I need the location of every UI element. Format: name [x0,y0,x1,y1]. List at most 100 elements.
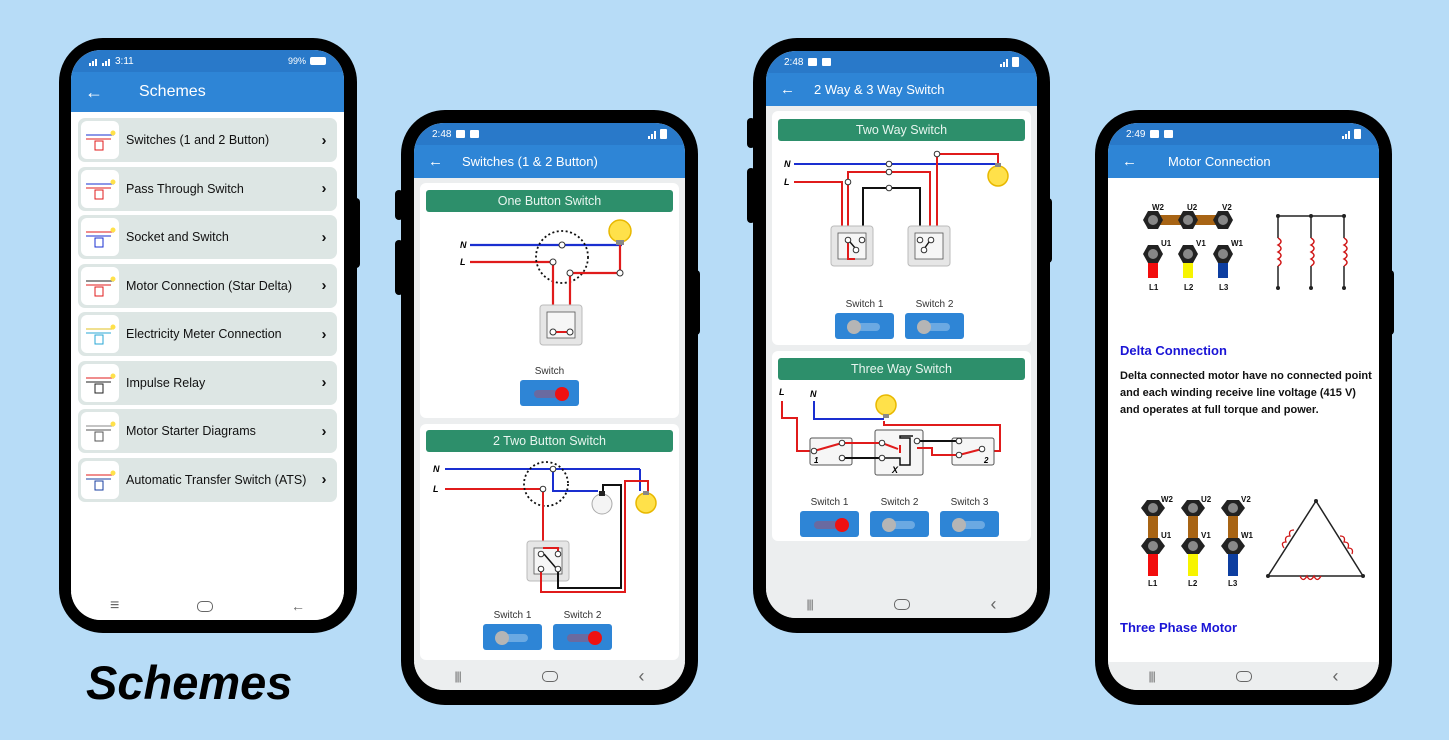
card-two-way-switch: Two Way Switch N L Switch 1 Switch 2 [772,111,1031,345]
list-item-label: Switches (1 and 2 Button) [126,133,270,147]
home-icon[interactable] [893,598,910,610]
switch-toggle[interactable] [553,624,612,650]
delta-connection-text: Delta connected motor have no connected … [1120,370,1372,416]
list-item-label: Socket and Switch [126,230,229,244]
home-icon[interactable] [197,600,214,612]
android-nav-bar: ≡ ← [71,592,344,620]
switch-toggle[interactable] [800,511,859,537]
screen-motor-connection: 2:49 ← Motor Connection W2 U2 V2 U1 V1 W… [1108,123,1379,690]
switch-label-1: 1 [814,456,819,465]
check-icon [470,130,480,138]
page-title: Motor Connection [1168,154,1271,169]
switch-label-x: X [891,465,899,475]
terminal-label: L3 [1228,579,1238,588]
app-bar: ← Switches (1 & 2 Button) [414,145,685,178]
recent-apps-icon[interactable]: ||| [454,669,461,683]
menu-icon[interactable]: ≡ [110,597,119,615]
switch-label: Switch [534,366,565,377]
switch-group-3: Switch 3 [940,497,999,537]
light-bulb-icon [608,219,632,245]
back-nav-icon[interactable]: ‹ [991,594,997,615]
back-arrow-icon[interactable]: ← [1122,153,1168,170]
terminal-label: U2 [1201,496,1212,504]
list-item[interactable]: Motor Starter Diagrams › [78,409,337,453]
list-item[interactable]: Impulse Relay › [78,360,337,405]
back-arrow-icon[interactable]: ← [428,153,462,170]
relay-thumb [81,363,119,402]
back-nav-icon[interactable]: ‹ [1333,666,1339,687]
switch-toggle[interactable] [905,313,964,339]
switch-toggle[interactable] [870,511,929,537]
phone-2way-3way: 2:48 ← 2 Way & 3 Way Switch Two Way Swit… [747,38,1052,633]
image-icon [1150,130,1160,138]
three-way-wiring-diagram: L N 1 X 2 [779,387,1001,476]
terminal-label: L2 [1188,579,1198,588]
switch-toggle[interactable] [520,380,579,406]
switch-group: Switch [520,366,579,406]
switch-label: Switch 2 [915,299,954,310]
card-two-button-switch: 2 Two Button Switch N L Switch 1 Switch … [420,424,679,660]
terminal-label: L1 [1149,283,1159,292]
wire-label-n: N [460,240,467,250]
list-item[interactable]: Socket and Switch › [78,215,337,259]
recent-apps-icon[interactable]: ||| [1148,669,1155,683]
battery-percent: 99% [287,56,306,66]
back-arrow-icon[interactable]: ← [85,82,125,103]
page-title: Schemes [139,83,206,100]
switch-label: Switch 1 [845,299,884,310]
android-nav-bar: ||| ‹ [414,662,685,690]
terminal-label: V2 [1222,203,1232,212]
list-item[interactable]: Automatic Transfer Switch (ATS) › [78,457,337,502]
list-item[interactable]: Electricity Meter Connection › [78,312,337,356]
terminal-label: W2 [1161,496,1174,504]
screen-switches: 2:48 ← Switches (1 & 2 Button) One Butto… [414,123,685,690]
switch-label: Switch 2 [563,610,602,621]
app-bar: ← Schemes [71,72,344,112]
signal-icon [1342,130,1350,139]
switch-toggle[interactable] [940,511,999,537]
list-item-label: Motor Starter Diagrams [126,424,256,438]
one-button-wiring-diagram: N L [460,219,632,346]
switch-toggle[interactable] [835,313,894,339]
terminal-label: W2 [1152,203,1165,212]
list-item[interactable]: Pass Through Switch › [78,166,337,211]
phone-schemes: 3:11 99% ← Schemes Switches (1 and 2 But… [59,38,360,633]
list-item[interactable]: Switches (1 and 2 Button) › [78,118,337,162]
switch-label: Switch 3 [950,497,989,508]
status-time: 2:49 [1126,128,1146,140]
light-bulb-icon [635,491,657,514]
home-icon[interactable] [541,670,558,682]
starter-thumb [81,412,119,450]
terminal-label: U1 [1161,531,1172,540]
two-way-wiring-diagram: N L [784,150,1009,267]
light-bulb-icon [987,163,1009,187]
switch-label: Switch 2 [880,497,919,508]
back-nav-icon[interactable]: ← [291,598,305,614]
battery-icon [1354,129,1361,139]
schemes-list: Switches (1 and 2 Button) › Pass Through S… [71,112,344,512]
switch-toggle[interactable] [483,624,542,650]
android-nav-bar: ||| ‹ [1108,662,1379,690]
terminal-label: L2 [1184,283,1194,292]
pass-through-thumb [81,169,119,208]
terminal-label: U1 [1161,239,1172,248]
card-one-button-switch: One Button Switch N L Switch [420,183,679,418]
list-item-label: Automatic Transfer Switch (ATS) [126,472,307,487]
wire-label-l: L [784,177,790,187]
back-arrow-icon[interactable]: ← [780,81,814,98]
recent-apps-icon[interactable]: ||| [806,597,813,611]
motor-thumb [81,266,119,305]
wire-label-l: L [460,257,466,267]
terminal-label: W1 [1241,531,1254,540]
signal-icon [648,130,656,139]
switch-diagram-thumb [81,121,119,159]
card-three-way-switch: Three Way Switch L N 1 X 2 Switch 1 Swit… [772,351,1031,541]
caption-title: Schemes [86,656,293,709]
switch-label: Switch 1 [493,610,532,621]
back-nav-icon[interactable]: ‹ [639,666,645,687]
chevron-right-icon: › [321,422,327,440]
home-icon[interactable] [1235,670,1252,682]
power-button [1044,198,1052,263]
signal-icon [89,57,97,66]
list-item[interactable]: Motor Connection (Star Delta) › [78,263,337,308]
